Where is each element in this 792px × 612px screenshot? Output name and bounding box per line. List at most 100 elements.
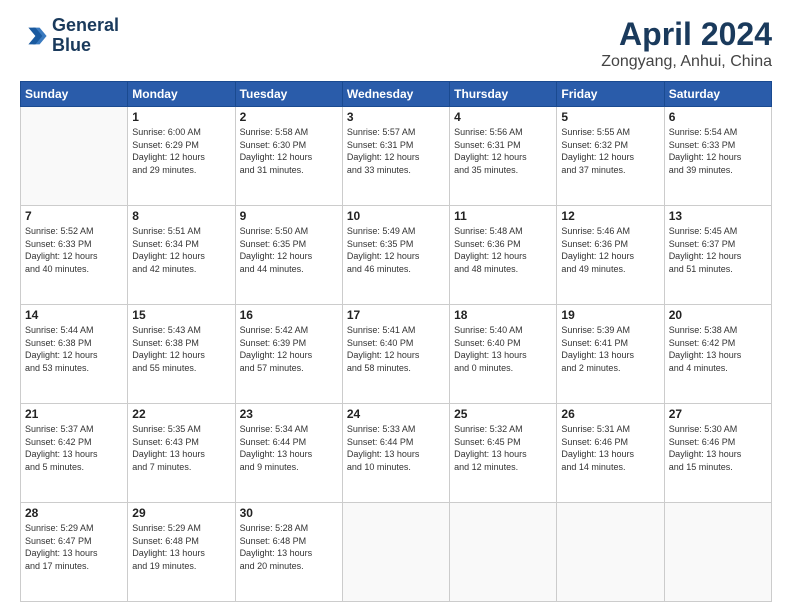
day-number: 14 bbox=[25, 308, 123, 322]
calendar-week-row: 21 Sunrise: 5:37 AM Sunset: 6:42 PM Dayli… bbox=[21, 404, 772, 503]
title-block: April 2024 Zongyang, Anhui, China bbox=[601, 16, 772, 71]
day-number: 13 bbox=[669, 209, 767, 223]
calendar-cell: 30Sunrise: 5:28 AM Sunset: 6:48 PM Dayli… bbox=[235, 503, 342, 602]
calendar-cell: 12Sunrise: 5:46 AM Sunset: 6:36 PM Dayli… bbox=[557, 206, 664, 305]
day-number: 23 bbox=[240, 407, 338, 421]
day-number: 15 bbox=[132, 308, 230, 322]
weekday-header: Monday bbox=[128, 82, 235, 107]
day-info: Sunrise: 5:32 AM Sunset: 6:45 PM Dayligh… bbox=[454, 423, 552, 473]
day-number: 12 bbox=[561, 209, 659, 223]
weekday-header: Saturday bbox=[664, 82, 771, 107]
calendar-cell: 6 Sunrise: 5:54 AM Sunset: 6:33 PM Daylig… bbox=[664, 107, 771, 206]
day-number: 4 bbox=[454, 110, 552, 124]
day-info: Sunrise: 5:44 AM Sunset: 6:38 PM Dayligh… bbox=[25, 324, 123, 374]
day-info: Sunrise: 5:56 AM Sunset: 6:31 PM Dayligh… bbox=[454, 126, 552, 176]
day-info: Sunrise: 5:39 AM Sunset: 6:41 PM Dayligh… bbox=[561, 324, 659, 374]
day-info: Sunrise: 5:50 AM Sunset: 6:35 PM Dayligh… bbox=[240, 225, 338, 275]
day-info: Sunrise: 5:55 AM Sunset: 6:32 PM Dayligh… bbox=[561, 126, 659, 176]
calendar-week-row: 14 Sunrise: 5:44 AM Sunset: 6:38 PM Dayli… bbox=[21, 305, 772, 404]
day-number: 28 bbox=[25, 506, 123, 520]
day-number: 7 bbox=[25, 209, 123, 223]
calendar-cell: 3Sunrise: 5:57 AM Sunset: 6:31 PM Daylig… bbox=[342, 107, 449, 206]
weekday-header: Friday bbox=[557, 82, 664, 107]
day-info: Sunrise: 5:45 AM Sunset: 6:37 PM Dayligh… bbox=[669, 225, 767, 275]
day-number: 21 bbox=[25, 407, 123, 421]
calendar-week-row: 7 Sunrise: 5:52 AM Sunset: 6:33 PM Daylig… bbox=[21, 206, 772, 305]
day-info: Sunrise: 5:51 AM Sunset: 6:34 PM Dayligh… bbox=[132, 225, 230, 275]
calendar-cell: 24Sunrise: 5:33 AM Sunset: 6:44 PM Dayli… bbox=[342, 404, 449, 503]
calendar-cell: 1 Sunrise: 6:00 AM Sunset: 6:29 PM Daylig… bbox=[128, 107, 235, 206]
day-info: Sunrise: 5:35 AM Sunset: 6:43 PM Dayligh… bbox=[132, 423, 230, 473]
calendar-cell: 25Sunrise: 5:32 AM Sunset: 6:45 PM Dayli… bbox=[450, 404, 557, 503]
header: General Blue April 2024 Zongyang, Anhui,… bbox=[20, 16, 772, 71]
day-number: 5 bbox=[561, 110, 659, 124]
day-info: Sunrise: 5:57 AM Sunset: 6:31 PM Dayligh… bbox=[347, 126, 445, 176]
calendar-cell: 14 Sunrise: 5:44 AM Sunset: 6:38 PM Dayli… bbox=[21, 305, 128, 404]
calendar-cell: 18Sunrise: 5:40 AM Sunset: 6:40 PM Dayli… bbox=[450, 305, 557, 404]
calendar-cell: 29 Sunrise: 5:29 AM Sunset: 6:48 PM Dayli… bbox=[128, 503, 235, 602]
day-number: 10 bbox=[347, 209, 445, 223]
calendar-cell: 5 Sunrise: 5:55 AM Sunset: 6:32 PM Daylig… bbox=[557, 107, 664, 206]
day-info: Sunrise: 5:29 AM Sunset: 6:48 PM Dayligh… bbox=[132, 522, 230, 572]
day-number: 2 bbox=[240, 110, 338, 124]
day-number: 18 bbox=[454, 308, 552, 322]
day-info: Sunrise: 5:37 AM Sunset: 6:42 PM Dayligh… bbox=[25, 423, 123, 473]
calendar-cell: 10 Sunrise: 5:49 AM Sunset: 6:35 PM Dayli… bbox=[342, 206, 449, 305]
day-info: Sunrise: 5:52 AM Sunset: 6:33 PM Dayligh… bbox=[25, 225, 123, 275]
subtitle: Zongyang, Anhui, China bbox=[601, 53, 772, 71]
day-info: Sunrise: 5:30 AM Sunset: 6:46 PM Dayligh… bbox=[669, 423, 767, 473]
day-number: 6 bbox=[669, 110, 767, 124]
day-info: Sunrise: 5:49 AM Sunset: 6:35 PM Dayligh… bbox=[347, 225, 445, 275]
day-info: Sunrise: 5:33 AM Sunset: 6:44 PM Dayligh… bbox=[347, 423, 445, 473]
calendar-week-row: 28 Sunrise: 5:29 AM Sunset: 6:47 PM Dayli… bbox=[21, 503, 772, 602]
day-number: 1 bbox=[132, 110, 230, 124]
day-info: Sunrise: 5:54 AM Sunset: 6:33 PM Dayligh… bbox=[669, 126, 767, 176]
day-info: Sunrise: 5:43 AM Sunset: 6:38 PM Dayligh… bbox=[132, 324, 230, 374]
day-info: Sunrise: 5:29 AM Sunset: 6:47 PM Dayligh… bbox=[25, 522, 123, 572]
day-info: Sunrise: 5:41 AM Sunset: 6:40 PM Dayligh… bbox=[347, 324, 445, 374]
calendar-cell: 21 Sunrise: 5:37 AM Sunset: 6:42 PM Dayli… bbox=[21, 404, 128, 503]
day-number: 8 bbox=[132, 209, 230, 223]
day-info: Sunrise: 5:58 AM Sunset: 6:30 PM Dayligh… bbox=[240, 126, 338, 176]
page: General Blue April 2024 Zongyang, Anhui,… bbox=[0, 0, 792, 612]
calendar-header-row: SundayMondayTuesdayWednesdayThursdayFrid… bbox=[21, 82, 772, 107]
day-number: 16 bbox=[240, 308, 338, 322]
day-info: Sunrise: 6:00 AM Sunset: 6:29 PM Dayligh… bbox=[132, 126, 230, 176]
calendar-cell: 2 Sunrise: 5:58 AM Sunset: 6:30 PM Daylig… bbox=[235, 107, 342, 206]
calendar-body: 1 Sunrise: 6:00 AM Sunset: 6:29 PM Daylig… bbox=[21, 107, 772, 602]
calendar-cell: 22 Sunrise: 5:35 AM Sunset: 6:43 PM Dayli… bbox=[128, 404, 235, 503]
calendar-cell: 26 Sunrise: 5:31 AM Sunset: 6:46 PM Dayli… bbox=[557, 404, 664, 503]
day-info: Sunrise: 5:28 AM Sunset: 6:48 PM Dayligh… bbox=[240, 522, 338, 572]
calendar-cell: 15 Sunrise: 5:43 AM Sunset: 6:38 PM Dayli… bbox=[128, 305, 235, 404]
weekday-header: Tuesday bbox=[235, 82, 342, 107]
day-number: 20 bbox=[669, 308, 767, 322]
calendar-cell bbox=[21, 107, 128, 206]
calendar-cell: 27Sunrise: 5:30 AM Sunset: 6:46 PM Dayli… bbox=[664, 404, 771, 503]
day-number: 17 bbox=[347, 308, 445, 322]
day-info: Sunrise: 5:31 AM Sunset: 6:46 PM Dayligh… bbox=[561, 423, 659, 473]
calendar-cell: 23 Sunrise: 5:34 AM Sunset: 6:44 PM Dayli… bbox=[235, 404, 342, 503]
calendar-cell bbox=[664, 503, 771, 602]
calendar-week-row: 1 Sunrise: 6:00 AM Sunset: 6:29 PM Daylig… bbox=[21, 107, 772, 206]
weekday-header: Sunday bbox=[21, 82, 128, 107]
day-number: 29 bbox=[132, 506, 230, 520]
day-info: Sunrise: 5:38 AM Sunset: 6:42 PM Dayligh… bbox=[669, 324, 767, 374]
calendar-cell: 17 Sunrise: 5:41 AM Sunset: 6:40 PM Dayli… bbox=[342, 305, 449, 404]
day-number: 9 bbox=[240, 209, 338, 223]
logo-icon bbox=[20, 22, 48, 50]
weekday-header: Thursday bbox=[450, 82, 557, 107]
logo: General Blue bbox=[20, 16, 119, 56]
calendar-cell: 7 Sunrise: 5:52 AM Sunset: 6:33 PM Daylig… bbox=[21, 206, 128, 305]
calendar-cell bbox=[557, 503, 664, 602]
calendar-cell: 13 Sunrise: 5:45 AM Sunset: 6:37 PM Dayli… bbox=[664, 206, 771, 305]
day-info: Sunrise: 5:34 AM Sunset: 6:44 PM Dayligh… bbox=[240, 423, 338, 473]
calendar-cell: 28 Sunrise: 5:29 AM Sunset: 6:47 PM Dayli… bbox=[21, 503, 128, 602]
day-number: 26 bbox=[561, 407, 659, 421]
calendar-cell bbox=[342, 503, 449, 602]
weekday-header: Wednesday bbox=[342, 82, 449, 107]
logo-line2: Blue bbox=[52, 36, 119, 56]
day-number: 22 bbox=[132, 407, 230, 421]
calendar-cell: 11Sunrise: 5:48 AM Sunset: 6:36 PM Dayli… bbox=[450, 206, 557, 305]
day-info: Sunrise: 5:42 AM Sunset: 6:39 PM Dayligh… bbox=[240, 324, 338, 374]
calendar-cell: 8 Sunrise: 5:51 AM Sunset: 6:34 PM Daylig… bbox=[128, 206, 235, 305]
